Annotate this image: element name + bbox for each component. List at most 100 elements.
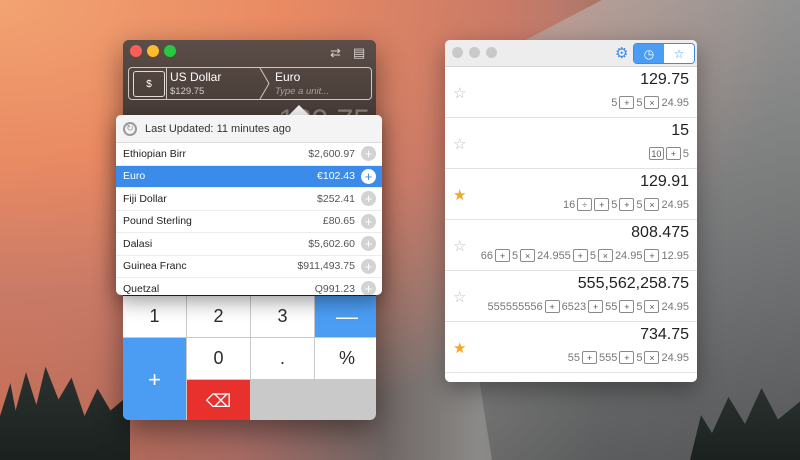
history-tab[interactable]: ◷ [634,44,664,63]
currency-row[interactable]: Quetzal Q991.23 + [116,278,382,295]
history-entry[interactable]: ★ 734.75 55 +555 +5 × 24.95 [445,322,697,373]
operand-token: 5 [589,249,596,262]
key-3[interactable]: 3 [251,296,314,337]
operand-token: 5 [611,96,618,109]
operator-token: × [597,249,613,262]
history-expression: 10 +5 [648,147,689,160]
history-expression: 5 +5 × 24.95 [611,96,689,109]
star-outline-icon[interactable]: ☆ [453,135,466,153]
operator-token: + [588,300,604,313]
forest-silhouette [0,366,130,460]
add-icon[interactable]: + [361,168,376,184]
last-updated-bar: ↻ Last Updated: 11 minutes ago [116,115,382,143]
operand-token: 55 [567,351,580,364]
history-result: 555,562,258.75 [577,275,689,292]
add-icon[interactable]: + [361,281,376,295]
history-result: 129.91 [640,173,689,190]
add-icon[interactable]: + [361,258,376,274]
history-entry[interactable]: ☆ 808.475 66 +5 × 24.955 +5 × 24.95 +12.95 [445,220,697,271]
zoom-button[interactable] [164,45,176,57]
star-outline-icon[interactable]: ☆ [453,288,466,306]
operator-token: + [594,198,610,211]
list-icon[interactable]: ▤ [353,45,365,61]
operand-token: 555555556 [487,300,543,313]
operand-token: 24.95 [614,249,643,262]
refresh-icon[interactable]: ↻ [123,121,137,136]
zoom-button[interactable] [486,47,497,58]
keypad: 1 2 3 — 0 . % + ⌫ = [123,296,376,420]
key-plus[interactable]: + [123,338,186,420]
add-icon[interactable]: + [361,146,376,162]
operand-token: 55 [605,300,618,313]
operator-token: × [644,96,660,109]
to-unit-input[interactable]: Type a unit... [275,86,329,97]
key-dot[interactable]: . [251,338,314,379]
favorites-tab[interactable]: ☆ [664,44,694,63]
operand-token: 24.95 [661,300,689,313]
key-1[interactable]: 1 [123,296,186,337]
operand-token: 16 [562,198,576,211]
star-filled-icon[interactable]: ★ [453,339,466,357]
star-filled-icon[interactable]: ★ [453,186,466,204]
backspace-button[interactable]: ⌫ [187,380,250,420]
history-expression: 55 +555 +5 × 24.95 [568,351,689,364]
operand-token: 5 [611,198,618,211]
operator-token: + [619,300,635,313]
from-currency-name[interactable]: US Dollar [170,70,221,84]
star-outline-icon[interactable]: ☆ [453,237,466,255]
close-button[interactable] [452,47,463,58]
operand-token: 66 [480,249,494,262]
operand-token: 24.95 [661,198,689,211]
popover-arrow [289,105,309,115]
star-outline-icon[interactable]: ☆ [453,84,466,102]
operand-token: 10 [648,147,664,160]
operator-token: + [544,300,560,313]
history-entry[interactable]: ☆ 129.75 5 +5 × 24.95 [445,67,697,118]
currency-converter-bar: $ US Dollar $129.75 Euro Type a unit... [128,67,372,100]
key-percent[interactable]: % [315,338,376,379]
view-segmented-control: ◷ ☆ [633,43,695,64]
history-expression: 16 ÷ +5 +5 × 24.95 [563,198,689,211]
key-0[interactable]: 0 [187,338,250,379]
history-result: 15 [671,122,689,139]
history-entry[interactable]: ☆ 555,562,258.75 555555556 +6523 +55 +5 × 24.95 [445,271,697,322]
operand-token: 24.95 [661,351,689,364]
swap-icon[interactable]: ⇄ [330,45,341,61]
minimize-button[interactable] [469,47,480,58]
last-updated-label: Last Updated: [145,122,214,135]
currency-row[interactable]: Ethiopian Birr $2,600.97 + [116,143,382,166]
operand-token: 6523 [561,300,587,313]
key-minus[interactable]: — [315,296,376,337]
star-icon: ☆ [673,46,685,61]
operator-token: + [619,198,635,211]
history-entry[interactable]: ★ 129.91 16 ÷ +5 +5 × 24.95 [445,169,697,220]
currency-row[interactable]: Guinea Franc $911,493.75 + [116,256,382,278]
last-updated-value: 11 minutes ago [216,122,291,135]
history-entry[interactable]: ☆ 15 10 +5 [445,118,697,169]
backspace-icon: ⌫ [205,390,232,411]
currency-row[interactable]: Fiji Dollar $252.41 + [116,188,382,211]
add-icon[interactable]: + [361,191,376,207]
to-currency-name[interactable]: Euro [275,70,300,84]
operand-token: 24.95 [661,96,689,109]
key-2[interactable]: 2 [187,296,250,337]
gear-icon[interactable]: ⚙ [615,44,628,62]
currency-row[interactable]: Pound Sterling £80.65 + [116,211,382,233]
operator-token: + [644,249,660,262]
operand-token: 5 [636,198,643,211]
operator-token: + [495,249,511,262]
currency-row-selected[interactable]: Euro €102.43 + [116,165,382,188]
history-result: 808.475 [631,224,689,241]
history-expression: 66 +5 × 24.955 +5 × 24.95 +12.95 [481,249,689,262]
add-icon[interactable]: + [361,213,376,229]
add-icon[interactable]: + [361,236,376,252]
operator-token: ÷ [577,198,593,211]
history-result: 734.75 [640,326,689,343]
history-result: 129.75 [640,71,689,88]
chevron-right-icon [259,68,270,99]
close-button[interactable] [130,45,142,57]
minimize-button[interactable] [147,45,159,57]
operator-token: × [644,300,660,313]
operator-token: + [581,351,597,364]
currency-row[interactable]: Dalasi $5,602.60 + [116,233,382,256]
